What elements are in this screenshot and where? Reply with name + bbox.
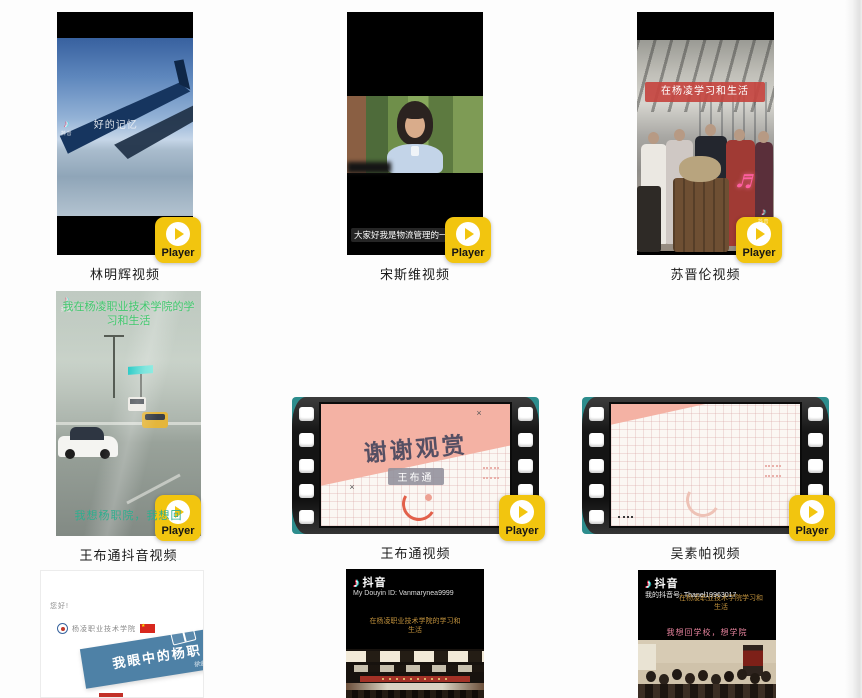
video-thumbnail-douyin-conference[interactable]: ♪ 抖音 My Douyin ID: Vanmarynea9999 在杨凌职业技… [346, 569, 484, 698]
player-button[interactable]: Player [445, 217, 491, 263]
video-title: 苏晋伦视频 [597, 264, 814, 283]
player-button-label: Player [795, 526, 828, 537]
stage-shape [346, 683, 484, 690]
video-title: 王布通抖音视频 [16, 545, 241, 564]
film-sprocket-holes [583, 397, 609, 534]
douyin-brand-text: 抖音 [363, 574, 387, 590]
video-cell-yangzhi-card: 您好! 杨凌职业技术学院 ★ 我眼中的杨职 徐金山 [40, 570, 204, 698]
wall-poster-shape [743, 645, 763, 676]
thumbnail-image [611, 404, 800, 526]
douyin-note-icon: ♪ [353, 576, 360, 589]
video-title: 林明辉视频 [17, 264, 233, 283]
player-button[interactable]: Player [789, 495, 835, 541]
video-cell-sujinlun: ♬ 在杨凌学习和生活 ♪ 抖音 Player 苏晋伦视频 [637, 12, 774, 255]
douyin-watermark: ♪ 抖音 [758, 208, 769, 225]
video-subtitle-text: 大家好我是物流管理的一 [351, 228, 452, 242]
video-cell-wangbutong-douyin: ♪ 抖音 我在杨凌职业技术学院的学习和生活 我想杨职院，我想回 Player 王… [56, 291, 201, 536]
author-name-tag: 王布通 [388, 468, 444, 485]
person-bow-shape [411, 146, 419, 156]
film-screen [609, 402, 802, 528]
video-cell-linminghui: ♪ 抖音 好的记忆 Player 林明辉视频 [57, 12, 193, 255]
video-title: 王布通视频 [252, 543, 579, 562]
cross-mark: × [349, 483, 354, 492]
video-overlay-text: 好的记忆 [94, 116, 138, 131]
thumbnail-image [347, 96, 483, 173]
smiley-arc-decoration [398, 483, 439, 524]
greeting-text: 您好! [50, 601, 69, 611]
suitcase-shape [673, 178, 729, 252]
china-flag-icon: ★ [140, 624, 155, 633]
play-icon [510, 500, 534, 524]
video-title: 吴素帕视频 [542, 543, 862, 562]
bag-shape [679, 156, 721, 182]
video-overlay-text-top: 我在杨凌职业技术学院的学习和生活 [62, 300, 195, 328]
group-heads-shape [646, 671, 656, 682]
window-shape [638, 644, 656, 670]
play-icon [747, 222, 771, 246]
player-button[interactable]: Player [499, 495, 545, 541]
thumbnail-image: × × 谢谢观赏 王布通 [321, 404, 510, 526]
video-thumbnail-douyin-classroom[interactable]: ♪ 抖音 我的抖音号: Thanel19963017 在杨凌职业技术学院学习和生… [638, 570, 776, 698]
player-button-label: Player [161, 526, 194, 537]
player-button-label: Player [451, 248, 484, 259]
video-gallery-page: ♪ 抖音 好的记忆 Player 林明辉视频 大家好我是物流管理的一 [0, 0, 862, 698]
school-logo-row: 杨凌职业技术学院 ★ [57, 623, 155, 634]
scrollbar-track[interactable] [845, 0, 862, 698]
player-button[interactable]: Player [155, 217, 201, 263]
video-overlay-text: 在杨凌职业技术学院的学习和生活 [369, 617, 461, 635]
douyin-watermark-label: 抖音 [61, 130, 72, 137]
smiley-arc-decoration [682, 479, 723, 520]
video-overlay-text-bottom: 我想杨职院，我想回 [56, 507, 201, 523]
video-cell-songsiwei: 大家好我是物流管理的一 Player 宋斯维视频 [347, 12, 483, 255]
ceiling-lights-shape [346, 651, 484, 662]
play-icon [800, 500, 824, 524]
douyin-logo: ♪ 抖音 [645, 575, 679, 591]
douyin-logo: ♪ 抖音 [353, 574, 387, 590]
play-icon [456, 222, 480, 246]
thumbnail-image [346, 649, 484, 698]
school-name-text: 杨凌职业技术学院 [72, 624, 136, 634]
douyin-brand-text: 抖音 [655, 575, 679, 591]
player-button-label: Player [742, 248, 775, 259]
video-cell-douyin-classroom: ♪ 抖音 我的抖音号: Thanel19963017 在杨凌职业技术学院学习和生… [638, 570, 776, 698]
douyin-note-icon: ♪ [645, 577, 652, 590]
light-pole-shape [113, 336, 115, 398]
video-banner-text: 在杨凌学习和生活 [645, 82, 765, 102]
dot-cluster-decoration [483, 467, 499, 479]
douyin-id-text: My Douyin ID: Vanmarynea9999 [353, 590, 454, 597]
douyin-id-text: 我的抖音号: Thanel19963017 [645, 590, 736, 600]
video-title: 宋斯维视频 [307, 264, 523, 283]
film-sprocket-holes [293, 397, 319, 534]
video-thumbnail-yangzhi-card[interactable]: 您好! 杨凌职业技术学院 ★ 我眼中的杨职 徐金山 [40, 570, 204, 698]
stage-banner-shape [360, 676, 470, 682]
video-overlay-text-pink: 我想回学校，想学院 [638, 627, 776, 638]
thumbnail-image: ♪ 抖音 好的记忆 [57, 38, 193, 216]
video-cell-douyin-conference: ♪ 抖音 My Douyin ID: Vanmarynea9999 在杨凌职业技… [346, 569, 484, 698]
dot-marks-decoration [618, 516, 633, 522]
school-emblem-icon [57, 623, 68, 634]
douyin-note-icon: ♪ [761, 208, 766, 218]
film-screen: × × 谢谢观赏 王布通 [319, 402, 512, 528]
ceiling-lights-shape [354, 665, 484, 672]
player-button-label: Player [505, 526, 538, 537]
douyin-watermark-label: 抖音 [758, 218, 769, 225]
cross-mark: × [476, 409, 481, 418]
player-button-label: Player [161, 248, 194, 259]
red-accent-shape [99, 693, 123, 698]
video-cell-wusupa: Player 吴素帕视频 [582, 397, 829, 534]
suitcase-shape [637, 186, 661, 252]
person-fringe-shape [403, 110, 427, 119]
thumbnail-image [638, 640, 776, 698]
group-bodies-shape [638, 684, 776, 698]
douyin-watermark: ♪ 抖音 [61, 120, 72, 137]
foreground-blur-shape [347, 162, 391, 173]
play-icon [166, 222, 190, 246]
video-cell-wangbutong: × × 谢谢观赏 王布通 Player 王布通视频 [292, 397, 539, 534]
douyin-note-icon: ♪ [64, 120, 69, 130]
signature-text: 徐金山 [193, 657, 204, 669]
dot-cluster-decoration [765, 465, 781, 477]
audience-shape [346, 690, 484, 698]
